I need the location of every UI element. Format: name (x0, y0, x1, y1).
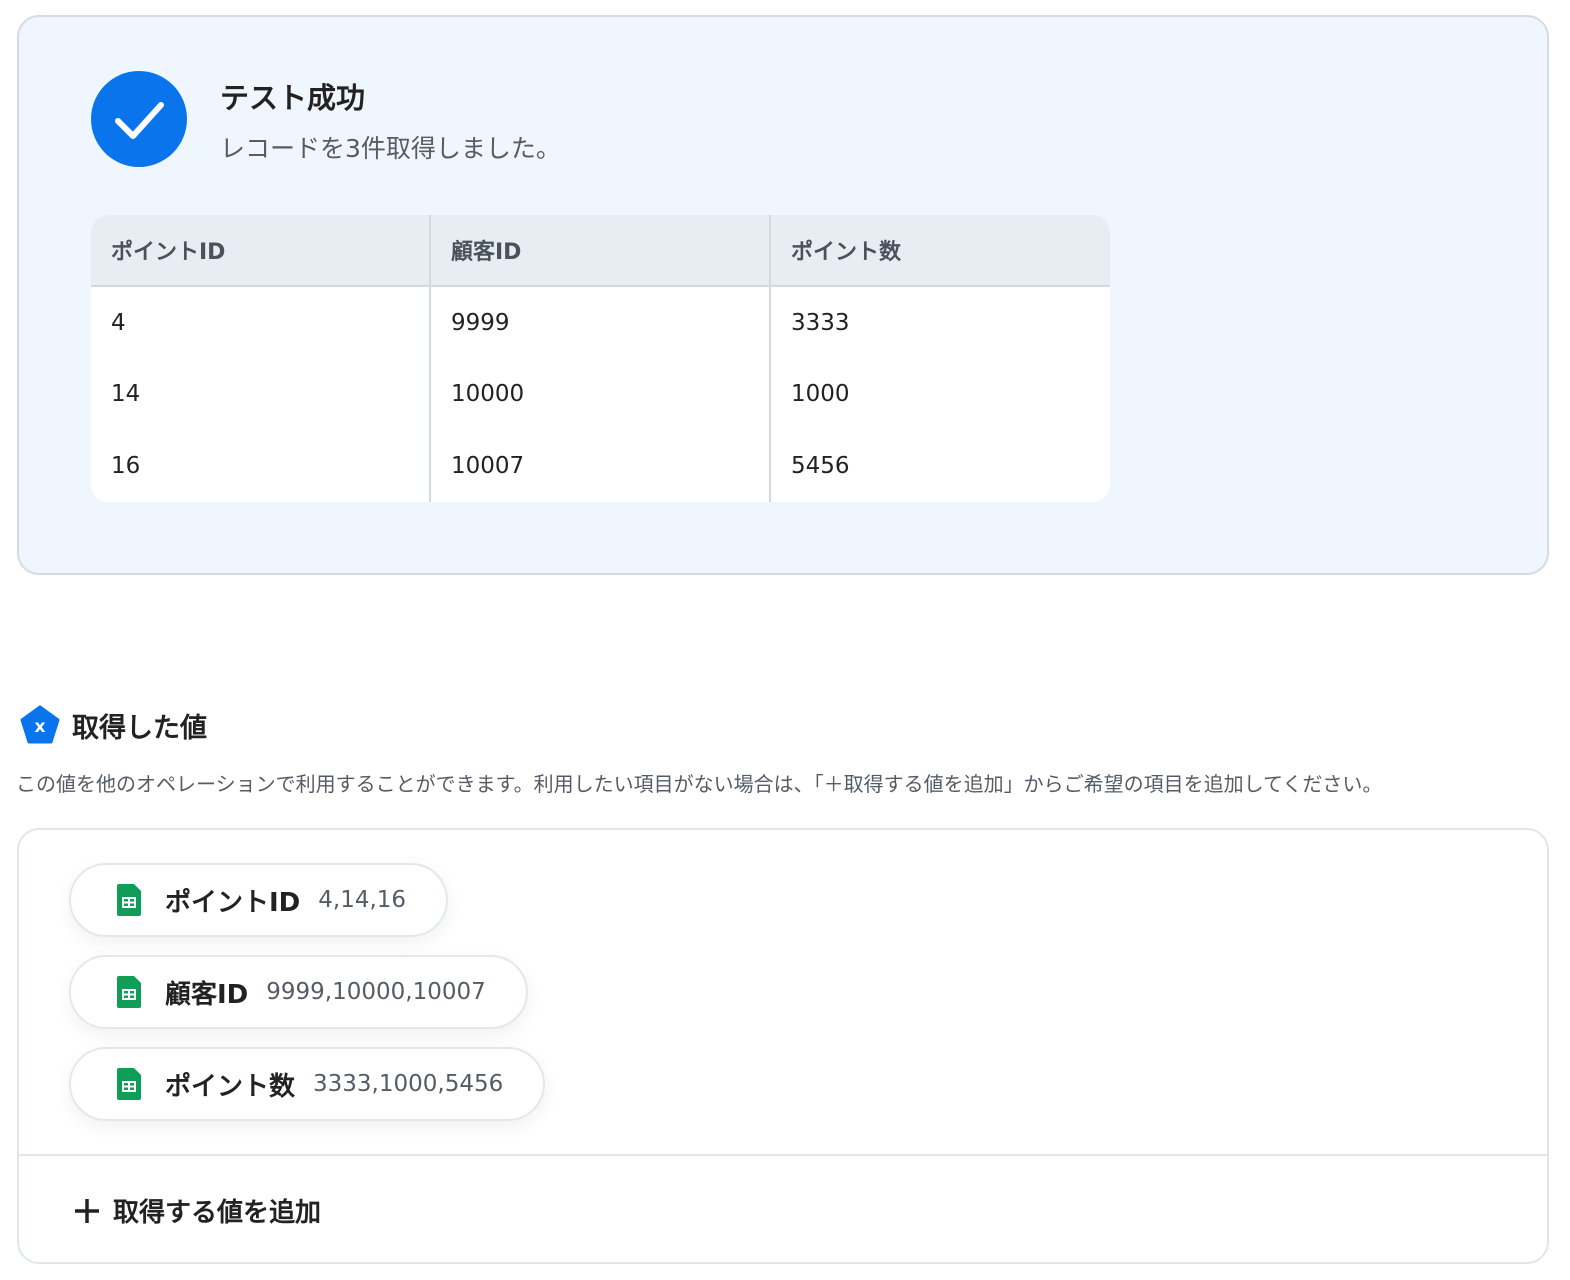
values-box: ポイントID 4,14,16 顧客ID 9999,10000,10007 ポイン… (17, 828, 1549, 1264)
table-row: 14 10000 1000 (91, 358, 1110, 430)
table-row: 16 10007 5456 (91, 430, 1110, 502)
add-value-button[interactable]: 取得する値を追加 (73, 1192, 321, 1229)
spreadsheet-icon (117, 884, 141, 916)
test-result-panel: テスト成功 レコードを3件取得しました。 ポイントID 顧客ID ポイント数 4… (17, 15, 1549, 575)
table-cell: 4 (111, 309, 126, 336)
table-cell: 5456 (769, 430, 1110, 502)
result-message: レコードを3件取得しました。 (220, 134, 561, 163)
section-title: 取得した値 (72, 712, 207, 744)
success-check-icon (91, 71, 187, 167)
value-chip[interactable]: 顧客ID 9999,10000,10007 (69, 955, 528, 1029)
result-title: テスト成功 (220, 81, 366, 115)
table-cell: 14 (111, 381, 141, 407)
table-cell: 9999 (429, 286, 770, 358)
column-header: ポイント数 (769, 215, 1110, 287)
result-table: ポイントID 顧客ID ポイント数 4 9999 3333 14 10000 1000 … (91, 215, 1110, 502)
value-text: 4,14,16 (318, 887, 407, 913)
value-chip[interactable]: ポイントID 4,14,16 (69, 863, 449, 937)
add-value-label: 取得する値を追加 (113, 1198, 322, 1228)
table-cell: 1000 (769, 358, 1110, 430)
table-cell: 16 (111, 453, 141, 479)
table-row: 4 9999 3333 (91, 286, 1110, 358)
section-header: x 取得した値 (20, 705, 207, 745)
svg-text:x: x (35, 717, 46, 737)
variable-icon: x (20, 705, 60, 744)
value-chip[interactable]: ポイント数 3333,1000,5456 (69, 1047, 546, 1121)
value-text: 9999,10000,10007 (266, 979, 486, 1005)
plus-icon (75, 1198, 99, 1223)
divider (19, 1154, 1547, 1156)
table-cell: 10007 (429, 430, 770, 502)
column-header: 顧客ID (429, 215, 770, 287)
spreadsheet-icon (117, 976, 141, 1008)
table-cell: 10000 (429, 358, 770, 430)
value-label: 顧客ID (165, 979, 249, 1010)
value-label: ポイントID (165, 887, 301, 918)
table-cell: 3333 (769, 286, 1110, 358)
value-text: 3333,1000,5456 (313, 1071, 504, 1097)
column-header: ポイントID (91, 215, 430, 287)
spreadsheet-icon (117, 1068, 141, 1100)
section-description: この値を他のオペレーションで利用することができます。利用したい項目がない場合は、… (16, 772, 1383, 796)
value-label: ポイント数 (165, 1071, 296, 1102)
